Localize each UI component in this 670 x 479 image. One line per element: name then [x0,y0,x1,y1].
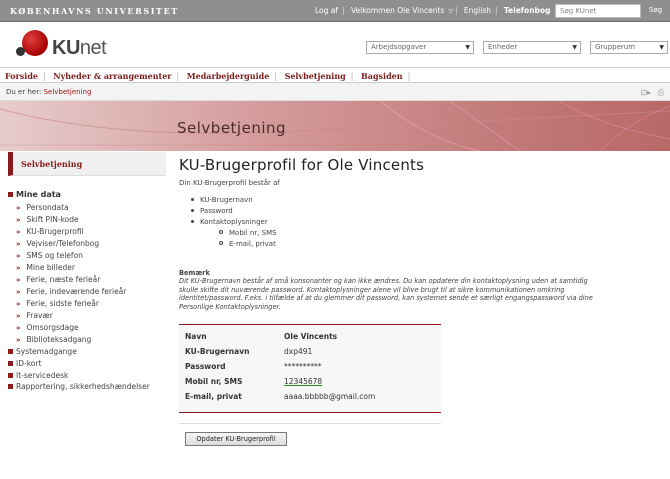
sidebar-item-id-kort[interactable]: ID-kort [8,358,166,370]
square-bullet-icon [8,349,13,354]
telefonbog-link[interactable]: Telefonbog [504,6,551,15]
table-row: E-mail, privat aaaa.bbbbb@gmail.com [185,392,376,401]
share-icon[interactable]: ⊡▸ [640,88,651,97]
double-arrow-icon: » [16,288,21,296]
ku-logo-small-dot-icon [16,47,25,56]
search-button[interactable]: Søg [643,4,668,18]
sidebar-section-mine-data[interactable]: Mine data [8,189,166,202]
sidebar-item-rapportering[interactable]: Rapportering, sikkerhedshændelser [8,382,166,392]
sidebar-item-ferie-indevaerende[interactable]: » Ferie, indeværende ferieår [8,286,166,298]
list-item: Kontaktoplysninger [191,217,609,228]
university-name: KØBENHAVNS UNIVERSITET [10,6,179,16]
dropdown-caret-icon: ▼ [465,44,470,51]
sidebar-item-ferie-sidste[interactable]: » Ferie, sidste ferieår [8,298,166,310]
square-bullet-icon [8,373,13,378]
sidebar-item-skift-pin[interactable]: » Skift PIN-kode [8,214,166,226]
sidebar-item-mine-billeder[interactable]: » Mine billeder [8,262,166,274]
square-bullet-icon [8,192,13,197]
square-bullet-icon [8,384,13,389]
list-item: Password [191,206,609,217]
double-arrow-icon: » [16,228,21,236]
sidebar-item-systemadgange[interactable]: Systemadgange [8,346,166,358]
double-arrow-icon: » [16,240,21,248]
arbejdsopgaver-dropdown[interactable]: Arbejdsopgaver ▼ [366,41,474,54]
update-profile-button[interactable]: Opdater KU-Brugerprofil [185,432,287,446]
double-arrow-icon: » [16,324,21,332]
double-arrow-icon: » [16,252,21,260]
dropdown-caret-icon: ▼ [572,44,577,51]
table-row: KU-Brugernavn dxp491 [185,347,313,356]
double-arrow-icon: » [16,264,21,272]
nav-medarbejderguide[interactable]: Medarbejderguide [182,68,275,81]
dropdown-caret-icon: ▼ [659,44,664,51]
remark-text: Dit KU-Brugernavn består af små konsonan… [179,277,593,311]
section-banner: Selvbetjening [0,101,670,151]
top-bar: KØBENHAVNS UNIVERSITET Log af | Velkommen… [0,0,670,22]
nav-nyheder[interactable]: Nyheder & arrangementer [48,68,176,81]
double-arrow-icon: » [16,300,21,308]
double-arrow-icon: » [16,336,21,344]
double-arrow-icon: » [16,204,21,212]
sidebar-item-fravaer[interactable]: » Fravær [8,310,166,322]
sidebar-item-ferie-naeste[interactable]: » Ferie, næste ferieår [8,274,166,286]
sidebar-item-persondata[interactable]: » Persondata [8,202,166,214]
button-area: Opdater KU-Brugerprofil [179,423,441,446]
print-icon[interactable]: ⎙ [658,88,664,97]
top-links: Log af | Velkommen Ole Vincents ▽ | English… [315,6,557,15]
double-arrow-icon: » [16,216,21,224]
ku-logo-red-dot-icon [22,30,48,56]
sidebar-header[interactable]: Selvbetjening [8,152,166,176]
list-item: Mobil nr, SMS [219,228,609,239]
list-item: E-mail, privat [219,239,609,250]
logo-row: KUnet Arbejdsopgaver ▼ Enheder ▼ Grupperum… [0,22,670,67]
search-input[interactable]: Søg KUnet [555,4,641,18]
remark-title: Bemærk [179,269,210,277]
table-row: Navn Ole Vincents [185,332,338,341]
sidebar: Selvbetjening Mine data » Persondata » Ski… [8,152,166,392]
breadcrumb: Du er her: Selvbetjening ⊡▸ ⎙ [0,83,670,101]
sidebar-item-vejviser[interactable]: » Vejviser/Telefonbog [8,238,166,250]
nav-bagsiden[interactable]: Bagsiden [356,68,408,81]
square-bullet-icon [8,361,13,366]
double-arrow-icon: » [16,276,21,284]
sidebar-item-ku-brugerprofil[interactable]: » KU-Brugerprofil [8,226,166,238]
kunet-logo[interactable]: KUnet [52,37,107,60]
sidebar-item-omsorgsdage[interactable]: » Omsorgsdage [8,322,166,334]
main-content: KU-Brugerprofil for Ole Vincents Din KU-… [179,152,609,446]
sidebar-item-biblioteksadgang[interactable]: » Biblioteksadgang [8,334,166,346]
chevron-down-icon[interactable]: ▽ [448,8,453,15]
intro-text: Din KU-Brugerprofil består af [179,179,280,187]
welcome-user-menu[interactable]: Velkommen Ole Vincents [351,6,444,15]
double-arrow-icon: » [16,312,21,320]
profile-components-list: KU-Brugernavn Password Kontaktoplysninge… [191,195,609,250]
english-link[interactable]: English [464,6,491,15]
remark-box: Bemærk Dit KU-Brugernavn består af små k… [179,269,609,311]
banner-title: Selvbetjening [177,119,287,137]
breadcrumb-prefix: Du er her: [6,88,42,96]
profile-table: Navn Ole Vincents KU-Brugernavn dxp491 Pas… [179,324,441,413]
table-row: Mobil nr, SMS 12345678 [185,377,323,386]
list-item: KU-Brugernavn [191,195,609,206]
table-row: Password ********** [185,362,322,371]
breadcrumb-current[interactable]: Selvbetjening [44,88,92,96]
nav-selvbetjening[interactable]: Selvbetjening [280,68,351,81]
enheder-dropdown[interactable]: Enheder ▼ [483,41,581,54]
logout-link[interactable]: Log af [315,6,338,15]
page-title: KU-Brugerprofil for Ole Vincents [179,156,425,174]
main-nav: Forside | Nyheder & arrangementer | Medarb… [0,67,670,83]
grupperum-dropdown[interactable]: Grupperum ▼ [590,41,668,54]
nav-forside[interactable]: Forside [0,68,43,81]
sidebar-item-sms[interactable]: » SMS og telefon [8,250,166,262]
sidebar-item-it-servicedesk[interactable]: It-servicedesk [8,370,166,382]
banner-decoration [0,101,670,151]
